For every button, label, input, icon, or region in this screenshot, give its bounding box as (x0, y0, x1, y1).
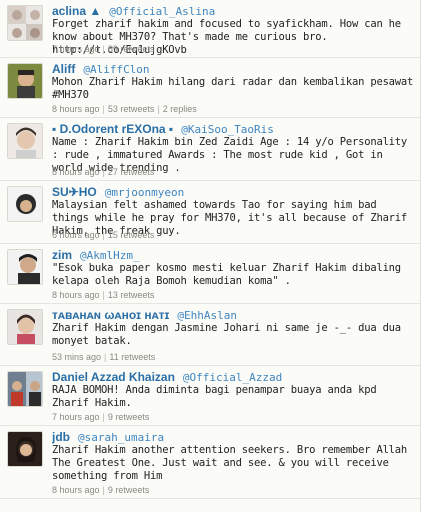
author-handle[interactable]: @AkmlHzm_ (80, 249, 140, 262)
tweet-item: zim @AkmlHzm_ "Esok buka paper kosmo mest… (0, 244, 420, 304)
tweet-meta: 6 hours ago | 15 retweets (52, 230, 154, 240)
tweet-item: ▪ D.Odorent rEXOna ▪ @KaiSoo_TaoRis Name … (0, 118, 420, 181)
meta-separator: | (102, 290, 105, 300)
tweet-item: jdb @sarah_umaira Zharif Hakim another at… (0, 426, 420, 499)
meta-separator: | (102, 412, 105, 422)
author-name[interactable]: Aliff (52, 62, 75, 76)
retweet-count[interactable]: 27 retweets (108, 167, 155, 177)
meta-separator: | (102, 167, 105, 177)
retweet-count[interactable]: 9 retweets (108, 485, 150, 495)
tweet-item: aclina ▲ @Official_Aslina Forget zharif h… (0, 0, 420, 58)
meta-separator: | (102, 44, 105, 54)
avatar[interactable] (7, 63, 43, 99)
avatar[interactable] (7, 249, 43, 285)
avatar[interactable] (7, 186, 43, 222)
tweet-meta: 8 hours ago | 13 retweets (52, 290, 154, 300)
tweet-time[interactable]: 53 mins ago (52, 352, 101, 362)
author-handle[interactable]: @Official_Azzad (183, 371, 282, 384)
author-handle[interactable]: @sarah_umaira (78, 431, 164, 444)
author-name[interactable]: SU✈HO (52, 185, 97, 199)
meta-separator: | (102, 230, 105, 240)
author-handle[interactable]: @mrjoonmyeon (105, 186, 184, 199)
tweet-meta: 7 hours ago | 9 retweets (52, 412, 149, 422)
tweet-meta: 8 hours ago | 27 retweets (52, 167, 154, 177)
tweet-meta: 53 mins ago | 11 retweets (52, 352, 155, 362)
meta-separator: | (102, 485, 105, 495)
meta-separator: | (104, 352, 107, 362)
meta-separator: | (102, 104, 105, 114)
tweet-item: ᴛᴀʙᴀʜᴀɴ ωᴀнoɪ нᴀтɪ @EhhAslan Zharif Hakim… (0, 304, 420, 366)
author-name[interactable]: Daniel Azzad Khaizan (52, 370, 175, 384)
tweet-item: SU✈HO @mrjoonmyeon Malaysian felt ashamed… (0, 181, 420, 244)
tweet-time[interactable]: 7 hours ago (52, 44, 100, 54)
author-handle[interactable]: @Official_Aslina (109, 5, 215, 18)
tweet-time[interactable]: 6 hours ago (52, 230, 100, 240)
tweet-time[interactable]: 8 hours ago (52, 104, 100, 114)
author-name[interactable]: ᴛᴀʙᴀʜᴀɴ ωᴀнoɪ нᴀтɪ (52, 308, 169, 322)
author-name[interactable]: aclina ▲ (52, 4, 101, 18)
retweet-count[interactable]: 89 retweets (108, 44, 155, 54)
tweet-item: Aliff @AliffClon Mohon Zharif Hakim hilan… (0, 58, 420, 118)
tweet-time[interactable]: 8 hours ago (52, 485, 100, 495)
tweet-item: Daniel Azzad Khaizan @Official_Azzad RAJA… (0, 366, 420, 426)
avatar[interactable] (7, 5, 43, 41)
tweet-meta: 8 hours ago | 9 retweets (52, 485, 149, 495)
author-handle[interactable]: @AliffClon (83, 63, 149, 76)
author-name[interactable]: jdb (52, 430, 70, 444)
tweet-time[interactable]: 7 hours ago (52, 412, 100, 422)
author-name[interactable]: ▪ D.Odorent rEXOna ▪ (52, 122, 173, 136)
avatar[interactable] (7, 431, 43, 467)
reply-count[interactable]: 2 replies (163, 104, 197, 114)
tweet-meta: 7 hours ago | 89 retweets (52, 44, 154, 54)
retweet-count[interactable]: 13 retweets (108, 290, 155, 300)
tweet-time[interactable]: 8 hours ago (52, 167, 100, 177)
author-handle[interactable]: @KaiSoo_TaoRis (181, 123, 274, 136)
retweet-count[interactable]: 15 retweets (108, 230, 155, 240)
tweet-text: Mohon Zharif Hakim hilang dari radar dan… (52, 76, 414, 101)
tweet-feed: aclina ▲ @Official_Aslina Forget zharif h… (0, 0, 421, 512)
avatar[interactable] (7, 123, 43, 159)
retweet-count[interactable]: 11 retweets (109, 352, 155, 362)
tweet-text: Zharif Hakim dengan Jasmine Johari ni sa… (52, 322, 401, 347)
author-name[interactable]: zim (52, 248, 72, 262)
author-handle[interactable]: @EhhAslan (177, 309, 237, 322)
tweet-text: RAJA BOMOH! Anda diminta bagi penampar b… (52, 384, 377, 409)
avatar[interactable] (7, 371, 43, 407)
tweet-text: Zharif Hakim another attention seekers. … (52, 444, 408, 482)
tweet-text: "Esok buka paper kosmo mesti keluar Zhar… (52, 262, 401, 287)
retweet-count[interactable]: 9 retweets (108, 412, 150, 422)
tweet-time[interactable]: 8 hours ago (52, 290, 100, 300)
meta-separator: | (157, 104, 160, 114)
tweet-meta: 8 hours ago | 53 retweets | 2 replies (52, 104, 197, 114)
retweet-count[interactable]: 53 retweets (108, 104, 155, 114)
avatar[interactable] (7, 309, 43, 345)
